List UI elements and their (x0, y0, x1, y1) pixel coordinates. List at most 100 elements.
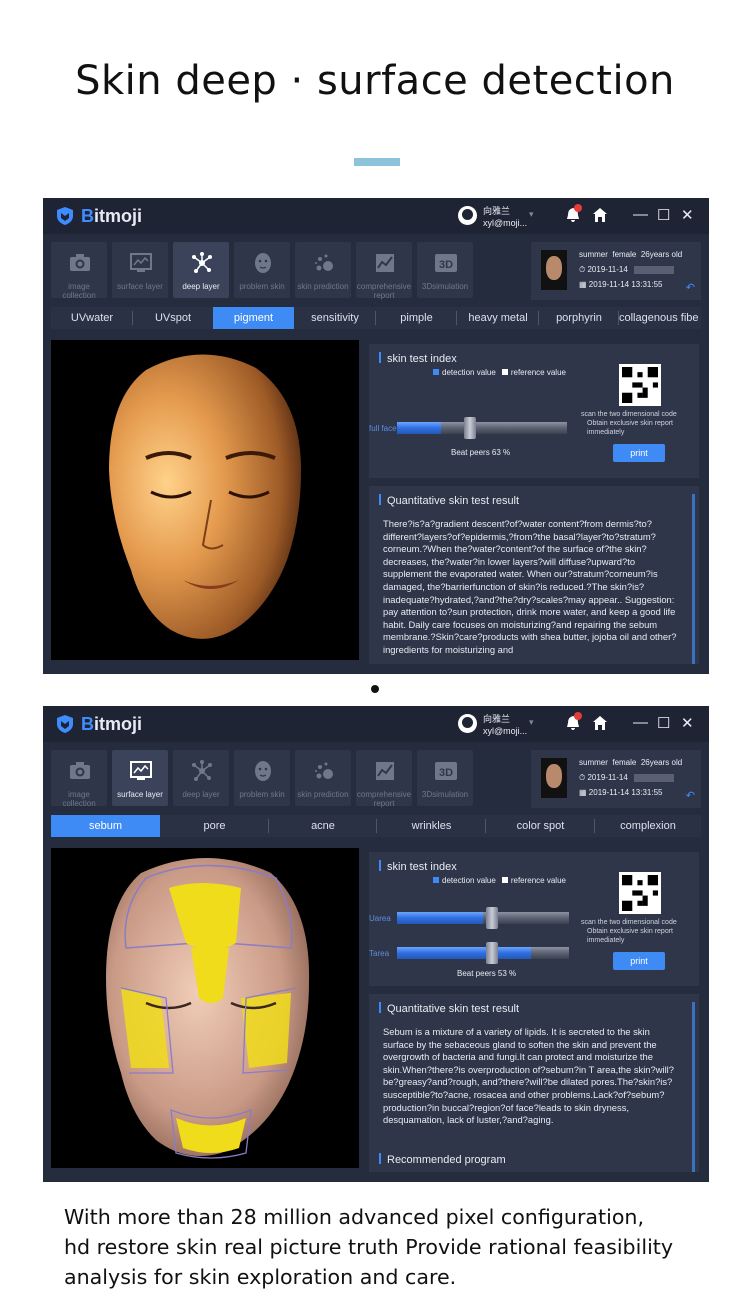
tab-label: UVwater (70, 312, 114, 324)
user-info[interactable]: 向雅兰 xyl@moji... (483, 205, 527, 229)
profile-card: summer female 26years old ⏱ 2019-11-14 ▦… (531, 242, 701, 300)
tool-label: skin prediction (297, 790, 349, 799)
molecule-icon (192, 760, 212, 781)
tab-label: porphyrin (556, 312, 602, 324)
profile-info: summer female 26years old ⏱ 2019-11-14 ▦… (579, 755, 682, 800)
user-avatar[interactable] (458, 714, 477, 733)
slider-knob[interactable] (464, 417, 477, 439)
tool-label: skin prediction (297, 282, 349, 291)
slider-knob[interactable] (485, 942, 498, 964)
tab-color-spot[interactable]: color spot (486, 815, 595, 837)
tab-collagenous-fiber[interactable]: collagenous fibe (619, 307, 709, 329)
tool-deep-layer[interactable]: deep layer (173, 750, 229, 806)
notification-badge (574, 204, 582, 212)
recommended-program[interactable]: Recommended program (379, 1153, 506, 1166)
tool-comprehensive-report[interactable]: comprehensive report (356, 750, 412, 808)
maximize-button[interactable]: ☐ (657, 206, 670, 224)
tool-label: image collection (62, 282, 96, 300)
legend-detection: detection value (442, 368, 496, 377)
print-button[interactable]: print (613, 444, 665, 462)
molecule-icon (192, 252, 212, 273)
legend-detection: detection value (442, 876, 496, 885)
caption-line-2: hd restore skin real picture truth Provi… (64, 1235, 674, 1259)
home-icon[interactable] (593, 716, 607, 730)
brand-name: Bitmoji (81, 714, 142, 735)
close-button[interactable]: ✕ (681, 714, 694, 732)
report-chart-icon (376, 254, 394, 272)
slider-fill (397, 947, 532, 959)
carousel-dot[interactable] (371, 685, 379, 693)
camera-icon (70, 254, 90, 271)
tab-heavy-metal[interactable]: heavy metal (457, 307, 539, 329)
uarea-slider[interactable] (397, 907, 569, 929)
qr-subtext: Obtain exclusive skin report immediately (587, 928, 673, 944)
user-avatar[interactable] (458, 206, 477, 225)
tool-surface-layer[interactable]: surface layer (112, 750, 168, 806)
legend-swatch-detection (433, 369, 439, 375)
tool-surface-layer[interactable]: surface layer (112, 242, 168, 298)
tab-pore[interactable]: pore (160, 815, 269, 837)
face-sebum-illustration (106, 858, 310, 1159)
back-arrow-icon[interactable]: ↶ (686, 789, 695, 802)
tab-uvspot[interactable]: UVspot (133, 307, 213, 329)
brand-initial: B (81, 206, 94, 226)
tab-porphyrin[interactable]: porphyrin (539, 307, 619, 329)
profile-thumbnail[interactable] (541, 758, 567, 798)
slider-knob[interactable] (485, 907, 498, 929)
print-button[interactable]: print (613, 952, 665, 970)
tool-comprehensive-report[interactable]: comprehensive report (356, 242, 412, 300)
face-pigment-illustration (109, 354, 301, 639)
camera-icon (70, 762, 90, 779)
qr-code[interactable] (619, 364, 661, 406)
tool-skin-prediction[interactable]: skin prediction (295, 242, 351, 298)
tab-label: sebum (88, 820, 123, 832)
tool-image-collection[interactable]: image collection (51, 750, 107, 808)
result-panel: Quantitative skin test result There?is?a… (369, 486, 699, 664)
tool-image-collection[interactable]: image collection (51, 242, 107, 300)
close-button[interactable]: ✕ (681, 206, 694, 224)
beat-peers: Beat peers 53 % (457, 969, 517, 978)
caption: With more than 28 million advanced pixel… (64, 1202, 704, 1292)
scrollbar[interactable] (692, 494, 695, 664)
tool-problem-skin[interactable]: problem skin (234, 750, 290, 806)
back-arrow-icon[interactable]: ↶ (686, 281, 695, 294)
scrollbar[interactable] (692, 1002, 695, 1172)
report-chart-icon (376, 762, 394, 780)
skin-index-panel: skin test index detection value reference… (369, 852, 699, 986)
calendar-icon: ▦ (579, 788, 587, 797)
tab-complexion[interactable]: complexion (595, 815, 701, 837)
clock-icon: ⏱ (579, 265, 586, 274)
qr-code[interactable] (619, 872, 661, 914)
tab-sebum[interactable]: sebum (51, 815, 160, 837)
tab-wrinkles[interactable]: wrinkles (377, 815, 486, 837)
tool-3d-simulation[interactable]: 3D 3Dsimulation (417, 242, 473, 298)
shield-logo-icon (57, 207, 73, 225)
tool-label: problem skin (239, 790, 285, 799)
tab-uvwater[interactable]: UVwater (51, 307, 133, 329)
tab-label: pigment (233, 312, 274, 324)
tool-3d-simulation[interactable]: 3D 3Dsimulation (417, 750, 473, 806)
tab-pimple[interactable]: pimple (376, 307, 457, 329)
tarea-slider[interactable] (397, 942, 569, 964)
tab-pigment[interactable]: pigment (213, 307, 294, 329)
accent-divider (354, 158, 400, 166)
profile-season: summer (579, 250, 608, 259)
minimize-button[interactable]: — (633, 714, 648, 731)
minimize-button[interactable]: — (633, 206, 648, 223)
qr-instructions: scan the two dimensional code Obtain excl… (581, 918, 697, 945)
home-icon[interactable] (593, 208, 607, 222)
qr-pattern (622, 875, 658, 911)
maximize-button[interactable]: ☐ (657, 714, 670, 732)
qr-instructions: scan the two dimensional code Obtain excl… (581, 410, 697, 437)
tool-problem-skin[interactable]: problem skin (234, 242, 290, 298)
tab-sensitivity[interactable]: sensitivity (294, 307, 376, 329)
tool-deep-layer[interactable]: deep layer (173, 242, 229, 298)
chevron-down-icon[interactable]: ▾ (529, 717, 534, 728)
full-face-slider[interactable] (397, 417, 567, 439)
tool-skin-prediction[interactable]: skin prediction (295, 750, 351, 806)
user-info[interactable]: 向雅兰 xyl@moji... (483, 713, 527, 737)
profile-thumbnail[interactable] (541, 250, 567, 290)
tab-acne[interactable]: acne (269, 815, 377, 837)
app-window-surface-layer: Bitmoji 向雅兰 xyl@moji... ▾ — ☐ ✕ image col… (43, 706, 709, 1182)
chevron-down-icon[interactable]: ▾ (529, 209, 534, 220)
